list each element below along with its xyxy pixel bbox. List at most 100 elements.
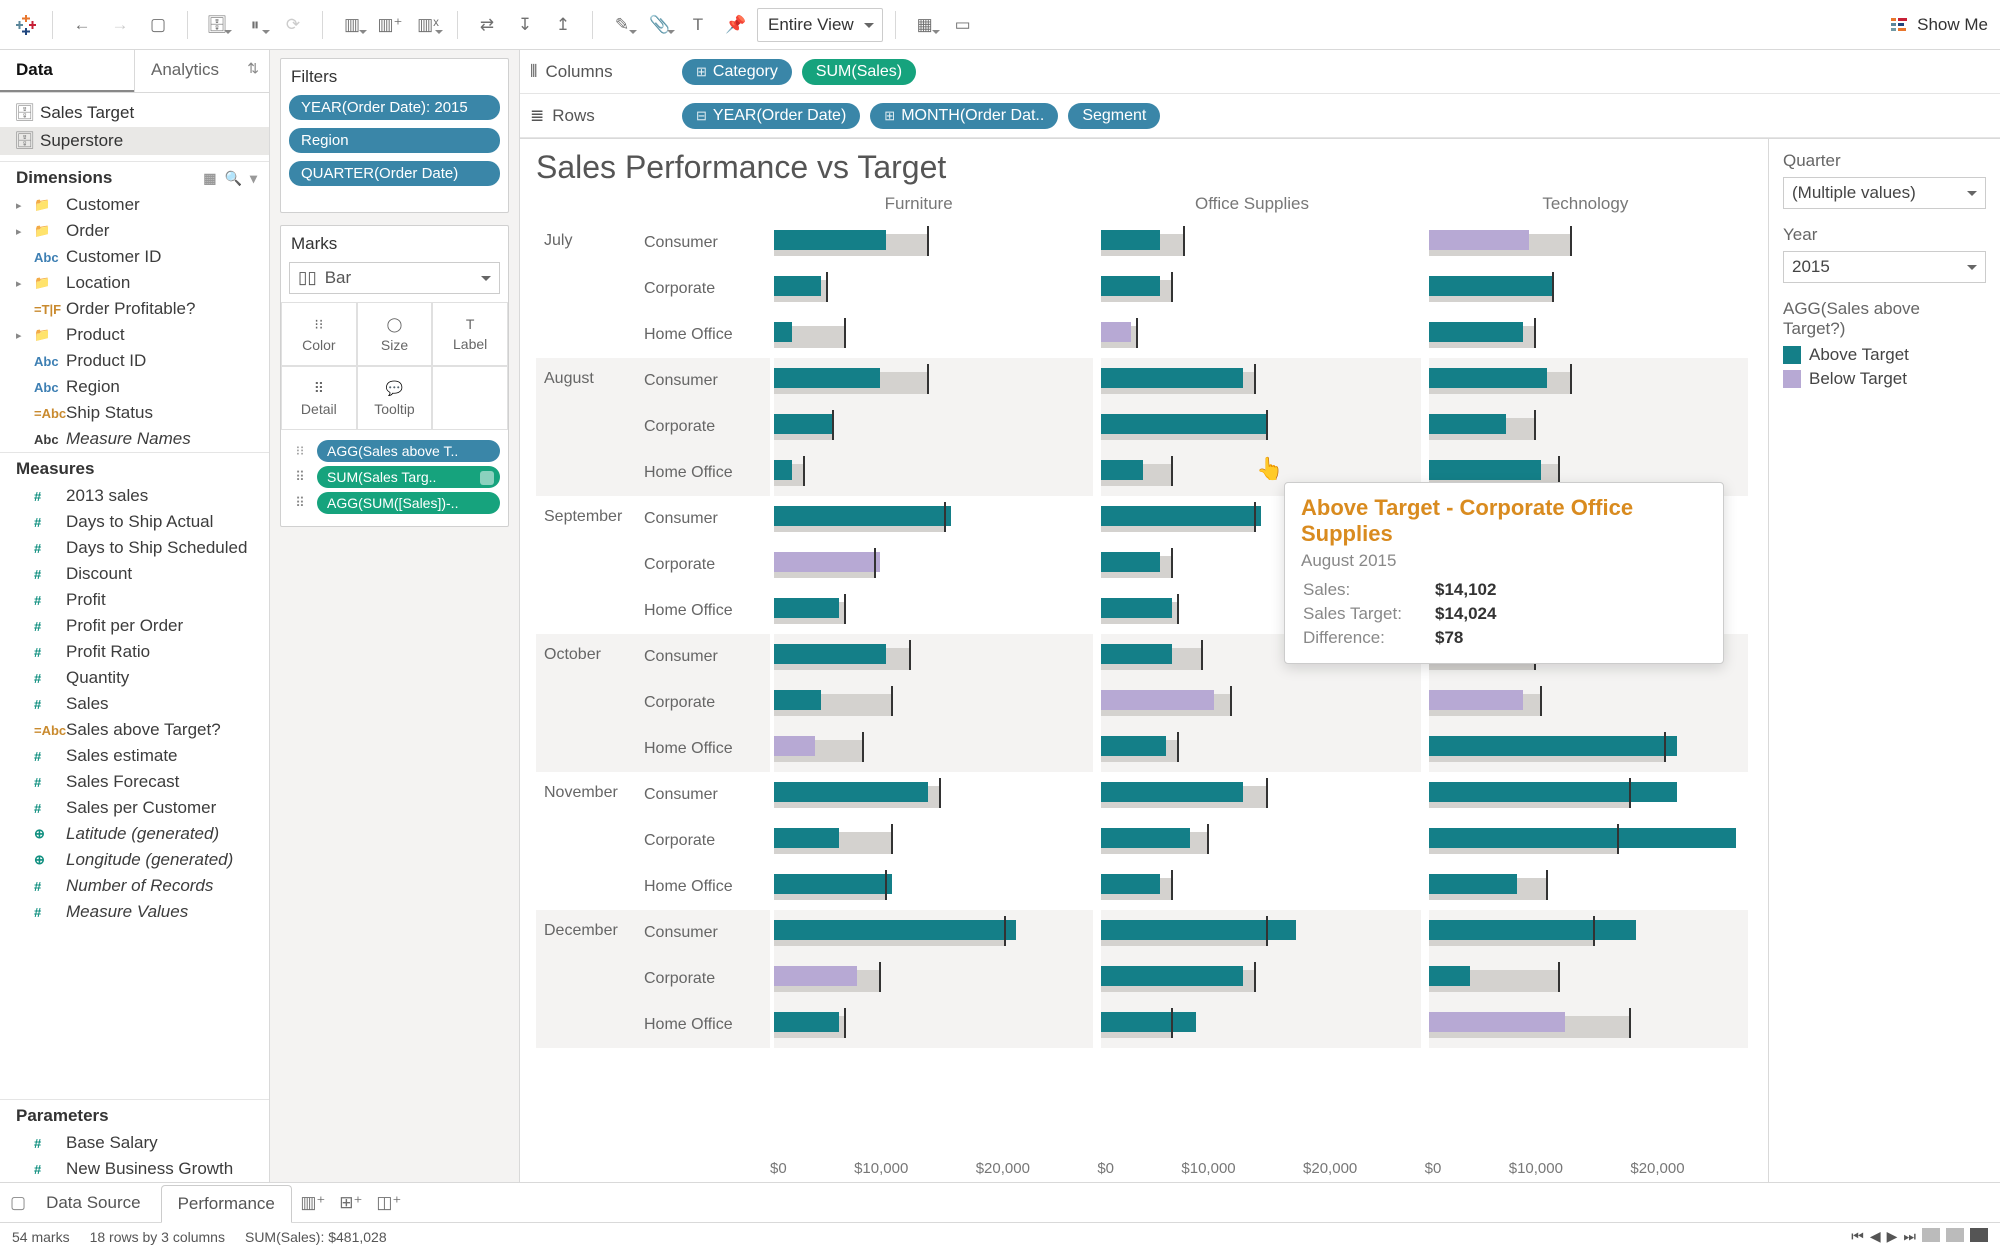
bar-cell[interactable] [1101, 1002, 1420, 1048]
refresh-button[interactable]: ⟳ [276, 8, 310, 42]
sheet-tab-performance[interactable]: Performance [161, 1185, 292, 1223]
field-item[interactable]: =AbcSales above Target? [0, 717, 269, 743]
new-datasource-button[interactable]: 🗄 [200, 8, 234, 42]
field-item[interactable]: AbcMeasure Names [0, 426, 269, 452]
bar-cell[interactable] [774, 726, 1093, 772]
bar-cell[interactable] [774, 864, 1093, 910]
field-item[interactable]: #Base Salary [0, 1130, 269, 1156]
back-button[interactable]: ← [65, 8, 99, 42]
datasource-item[interactable]: 🗄Superstore [0, 127, 269, 155]
tab-data[interactable]: Data [0, 50, 134, 92]
bar-cell[interactable] [774, 496, 1093, 542]
legend-item[interactable]: Above Target [1783, 345, 1986, 365]
view-thumb-icon[interactable] [1922, 1228, 1940, 1242]
field-item[interactable]: #Sales estimate [0, 743, 269, 769]
field-item[interactable]: AbcRegion [0, 374, 269, 400]
show-cards-button[interactable]: ▦ [908, 8, 942, 42]
bar-cell[interactable] [1429, 772, 1748, 818]
bar-cell[interactable] [1429, 1002, 1748, 1048]
bar-cell[interactable] [774, 220, 1093, 266]
bar-cell[interactable] [774, 266, 1093, 312]
bar-cell[interactable] [1101, 726, 1420, 772]
bar-cell[interactable] [774, 956, 1093, 1002]
field-item[interactable]: ⊕Longitude (generated) [0, 847, 269, 873]
nav-first-icon[interactable]: ⏮ [1851, 1228, 1864, 1245]
bar-cell[interactable] [1429, 220, 1748, 266]
field-item[interactable]: #Discount [0, 561, 269, 587]
field-item[interactable]: ▸📁Product [0, 322, 269, 348]
bar-cell[interactable] [774, 358, 1093, 404]
new-sheet-button[interactable]: ▥⁺ [296, 1186, 330, 1220]
bar-cell[interactable] [1429, 864, 1748, 910]
field-item[interactable]: #Profit Ratio [0, 639, 269, 665]
mark-type-selector[interactable]: ▯▯ Bar [289, 262, 500, 294]
field-item[interactable]: ⊕Latitude (generated) [0, 821, 269, 847]
field-item[interactable]: #Days to Ship Scheduled [0, 535, 269, 561]
field-item[interactable]: #Quantity [0, 665, 269, 691]
shelf-pill[interactable]: ⊟YEAR(Order Date) [682, 103, 860, 129]
fit-selector[interactable]: Entire View [757, 8, 883, 42]
highlight-button[interactable]: ✎ [605, 8, 639, 42]
pause-updates-button[interactable]: ⏸ [238, 8, 272, 42]
bar-cell[interactable] [1429, 404, 1748, 450]
datasource-tab-icon[interactable]: ▢ [10, 1193, 26, 1213]
bar-cell[interactable] [774, 588, 1093, 634]
field-item[interactable]: #Measure Values [0, 899, 269, 925]
rows-shelf[interactable]: ≣Rows ⊟YEAR(Order Date)⊞MONTH(Order Dat.… [520, 94, 2000, 138]
tab-analytics[interactable]: Analytics [134, 50, 269, 92]
field-item[interactable]: #Profit per Order [0, 613, 269, 639]
field-item[interactable]: #2013 sales [0, 483, 269, 509]
field-item[interactable]: #Sales per Customer [0, 795, 269, 821]
viz-canvas[interactable]: Sales Performance vs Target Furniture Of… [520, 139, 1768, 1182]
clear-sheet-button[interactable]: ▥ˣ [411, 8, 445, 42]
bar-cell[interactable] [1429, 312, 1748, 358]
field-item[interactable]: #Profit [0, 587, 269, 613]
field-item[interactable]: #New Business Growth [0, 1156, 269, 1182]
view-sort-icon[interactable] [1970, 1228, 1988, 1242]
shelf-pill[interactable]: ⊞Category [682, 59, 792, 85]
new-story-button[interactable]: ◫⁺ [372, 1186, 406, 1220]
nav-last-icon[interactable]: ⏭ [1903, 1228, 1916, 1245]
field-item[interactable]: =AbcShip Status [0, 400, 269, 426]
bar-cell[interactable] [1429, 910, 1748, 956]
field-item[interactable]: =T|FOrder Profitable? [0, 296, 269, 322]
field-item[interactable]: #Sales [0, 691, 269, 717]
bar-cell[interactable] [1101, 864, 1420, 910]
sort-desc-button[interactable]: ↥ [546, 8, 580, 42]
shelf-pill[interactable]: ⊞MONTH(Order Dat.. [870, 103, 1058, 129]
marks-detail-button[interactable]: ⠿Detail [281, 366, 357, 430]
sort-asc-button[interactable]: ↧ [508, 8, 542, 42]
filter-pill[interactable]: Region [289, 128, 500, 153]
field-item[interactable]: AbcProduct ID [0, 348, 269, 374]
marks-label-button[interactable]: TLabel [432, 302, 508, 366]
bar-cell[interactable] [774, 772, 1093, 818]
field-item[interactable]: ▸📁Location [0, 270, 269, 296]
shelf-pill[interactable]: Segment [1068, 103, 1160, 129]
bar-cell[interactable] [774, 312, 1093, 358]
marks-pill[interactable]: ⁝⁝AGG(Sales above T.. [289, 440, 500, 462]
bar-cell[interactable] [1429, 680, 1748, 726]
field-item[interactable]: AbcCustomer ID [0, 244, 269, 270]
bar-cell[interactable] [774, 818, 1093, 864]
swap-button[interactable]: ⇄ [470, 8, 504, 42]
legend-item[interactable]: Below Target [1783, 369, 1986, 389]
bar-cell[interactable] [774, 634, 1093, 680]
bar-cell[interactable] [1429, 358, 1748, 404]
text-label-button[interactable]: T [681, 8, 715, 42]
bar-cell[interactable] [774, 910, 1093, 956]
forward-button[interactable]: → [103, 8, 137, 42]
filter-pill[interactable]: QUARTER(Order Date) [289, 161, 500, 186]
bar-cell[interactable] [1429, 726, 1748, 772]
new-dashboard-button[interactable]: ⊞⁺ [334, 1186, 368, 1220]
show-me-button[interactable]: Show Me [1889, 15, 1988, 35]
year-filter-select[interactable]: 2015 [1783, 251, 1986, 283]
search-icon[interactable]: 🔍 [225, 170, 242, 187]
field-item[interactable]: #Number of Records [0, 873, 269, 899]
bar-cell[interactable] [774, 680, 1093, 726]
columns-shelf[interactable]: ⦀Columns ⊞CategorySUM(Sales) [520, 50, 2000, 94]
save-button[interactable]: ▢ [141, 8, 175, 42]
view-tabs-icon[interactable] [1946, 1228, 1964, 1242]
datasource-item[interactable]: 🗄Sales Target [0, 99, 269, 127]
field-item[interactable]: #Sales Forecast [0, 769, 269, 795]
shelf-pill[interactable]: SUM(Sales) [802, 59, 916, 85]
